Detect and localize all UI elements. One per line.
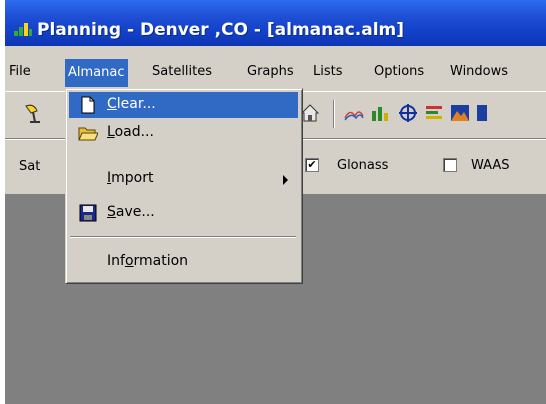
waas-checkbox[interactable] [443,158,457,172]
menu-item-clear[interactable]: Clear... [69,92,298,118]
antenna-icon[interactable] [23,102,45,124]
application-window: Planning - Denver ,CO - [almanac.alm] Fi… [5,0,546,404]
menu-item-load[interactable]: Load... [69,120,298,146]
open-folder-icon [78,124,99,142]
toolbar-more-icon[interactable] [475,102,487,124]
sky-plot-icon[interactable] [343,102,365,124]
list-icon[interactable] [423,102,445,124]
menu-item-information[interactable]: Information [69,249,298,275]
bar-chart-icon[interactable] [369,102,391,124]
menu-windows[interactable]: Windows [450,64,508,79]
app-planning-icon [13,19,33,37]
menu-lists[interactable]: Lists [313,64,343,79]
glonass-checkbox[interactable]: ✔ [305,158,319,172]
almanac-dropdown-menu: Clear... Load... Import Save... Informat… [65,88,303,284]
submenu-arrow-icon [283,175,288,185]
menu-item-save[interactable]: Save... [69,200,298,226]
new-document-icon [78,96,98,114]
menu-item-save-label: Save... [107,204,155,220]
mountain-icon[interactable] [449,102,471,124]
menu-file[interactable]: File [9,64,31,79]
menu-item-information-label: Information [107,253,189,269]
satellites-label: Sat [19,159,41,174]
menu-graphs[interactable]: Graphs [247,64,294,79]
menu-bar: File Almanac Satellites Graphs Lists Opt… [5,59,546,87]
window-title: Planning - Denver ,CO - [almanac.alm] [37,20,405,40]
menu-item-import[interactable]: Import [69,166,298,192]
menu-item-load-label: Load... [107,124,154,140]
floppy-disk-icon [78,204,98,222]
menu-options[interactable]: Options [374,64,424,79]
waas-label[interactable]: WAAS [471,158,510,173]
menu-item-import-label: Import [107,170,154,186]
title-bar[interactable]: Planning - Denver ,CO - [almanac.alm] [5,0,546,46]
toolbar-separator [333,100,335,128]
menu-separator [70,236,296,238]
menu-satellites[interactable]: Satellites [152,64,212,79]
menu-almanac[interactable]: Almanac [65,59,128,87]
globe-icon[interactable] [397,102,419,124]
glonass-label[interactable]: Glonass [337,158,388,173]
menu-item-clear-label: Clear... [107,96,156,112]
